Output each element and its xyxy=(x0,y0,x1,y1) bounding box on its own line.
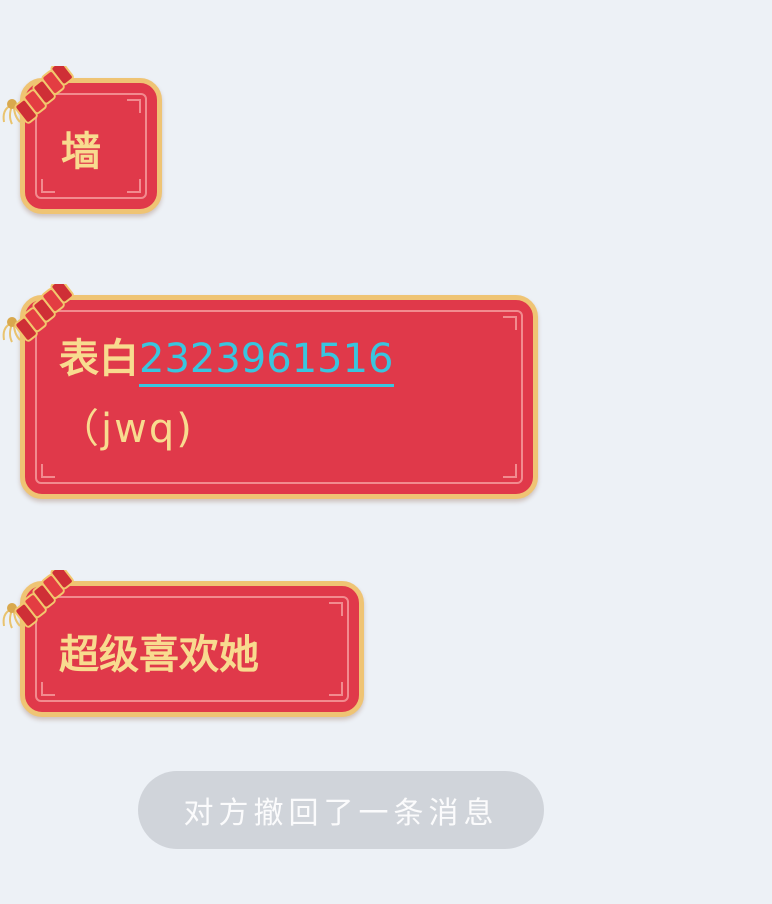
firecracker-decoration-icon xyxy=(2,284,80,343)
message-recalled-notice: 对方撤回了一条消息 xyxy=(138,771,544,849)
notice-text: 对方撤回了一条消息 xyxy=(183,796,499,831)
firecracker-decoration-icon xyxy=(2,66,80,125)
message-text: 超级喜欢她 xyxy=(59,631,259,678)
firecracker-decoration-icon xyxy=(2,570,80,629)
message-text: （jwq) xyxy=(59,406,194,452)
qq-number-link[interactable]: 2323961516 xyxy=(139,336,394,387)
message-bubble-2[interactable]: 表白2323961516（jwq) xyxy=(20,295,538,499)
